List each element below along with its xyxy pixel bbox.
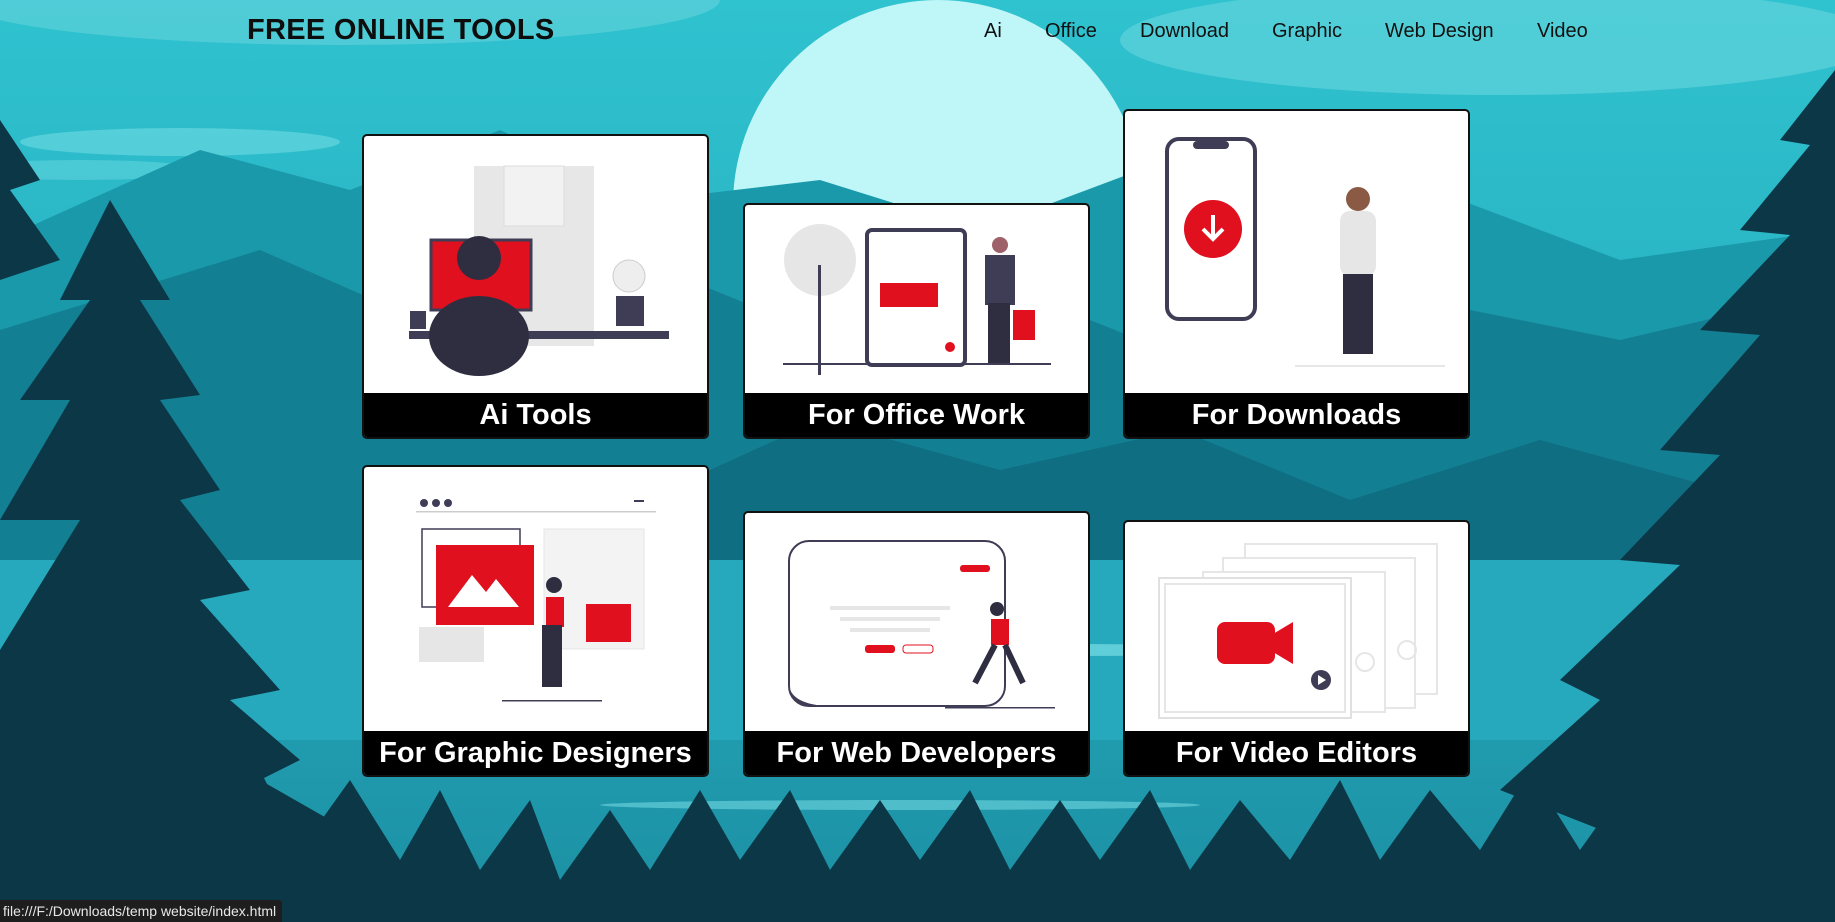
card-video-editors[interactable]: For Video Editors: [1123, 520, 1470, 777]
card-label: For Web Developers: [745, 731, 1088, 775]
landscape-background: [0, 0, 1835, 922]
graphic-designers-illustration: [416, 499, 656, 702]
nav-link-video[interactable]: Video: [1537, 20, 1588, 43]
status-bar-url: file:///F:/Downloads/temp website/index.…: [0, 900, 283, 922]
nav-link-graphic[interactable]: Graphic: [1272, 20, 1342, 43]
nav-link-web-design[interactable]: Web Design: [1385, 20, 1494, 43]
nav-link-download[interactable]: Download: [1140, 20, 1229, 43]
downloads-illustration: [1165, 137, 1445, 367]
card-office-work[interactable]: For Office Work: [743, 203, 1090, 439]
card-label: For Downloads: [1125, 393, 1468, 437]
card-label: For Office Work: [745, 393, 1088, 437]
card-graphic-designers[interactable]: For Graphic Designers: [362, 465, 709, 777]
nav-link-ai[interactable]: Ai: [984, 20, 1002, 43]
video-editors-illustration: [1158, 543, 1438, 719]
card-label: Ai Tools: [364, 393, 707, 437]
card-label: For Graphic Designers: [364, 731, 707, 775]
card-ai-tools[interactable]: Ai Tools: [362, 134, 709, 439]
card-label: For Video Editors: [1125, 731, 1468, 775]
ai-tools-illustration: [409, 165, 669, 376]
nav-link-office[interactable]: Office: [1045, 20, 1097, 43]
card-web-developers[interactable]: For Web Developers: [743, 511, 1090, 777]
card-downloads[interactable]: For Downloads: [1123, 109, 1470, 439]
web-developers-illustration: [788, 540, 1055, 709]
office-work-illustration: [783, 224, 1051, 375]
main-nav: Ai Office Download Graphic Web Design Vi…: [0, 20, 1835, 50]
